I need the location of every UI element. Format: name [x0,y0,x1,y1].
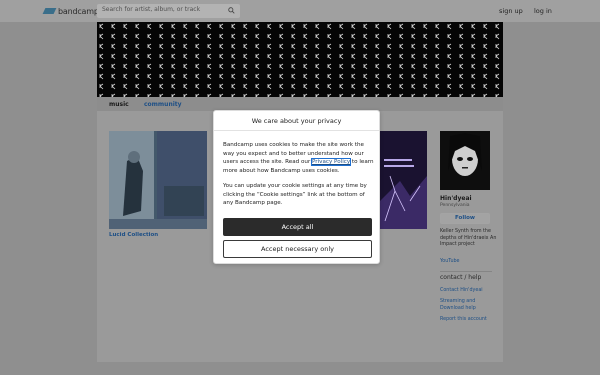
cookie-consent-dialog: We care about your privacy Bandcamp uses… [213,110,380,264]
album-artwork [380,131,427,229]
artist-bio: Keller Synth from the depths of Hin'drae… [440,229,497,247]
streaming-help-link[interactable]: Streaming and Download help [440,299,496,312]
follow-button[interactable]: Follow [440,213,490,224]
artist-photo-art [440,131,490,190]
cookie-explanation: Bandcamp uses cookies to make the site w… [223,141,374,176]
contact-heading: contact / help [440,274,482,281]
divider [440,271,492,272]
report-account-link[interactable]: Report this account [440,317,487,324]
album-cover[interactable] [380,131,427,229]
bandcamp-logo[interactable]: bandcamp [42,6,99,16]
artist-photo[interactable] [440,131,490,190]
signup-link[interactable]: sign up [499,7,523,15]
dialog-body: Bandcamp uses cookies to make the site w… [223,141,374,214]
artist-name: Hin'dyeai [440,195,472,202]
artist-banner [97,22,503,97]
album-artwork [109,131,207,229]
artist-nav: music community [97,97,503,111]
logo-text: bandcamp [58,6,99,16]
banner-pattern [97,22,503,97]
youtube-link[interactable]: YouTube [440,259,460,266]
tab-music[interactable]: music [109,101,129,108]
accept-necessary-button[interactable]: Accept necessary only [223,240,372,258]
search-icon[interactable] [228,7,235,14]
search-placeholder: Search for artist, album, or track [102,6,201,13]
tab-community[interactable]: community [144,101,182,108]
accept-all-button[interactable]: Accept all [223,218,372,236]
search-input[interactable]: Search for artist, album, or track [97,4,240,18]
logo-icon [42,8,57,14]
cookie-settings-text: You can update your cookie settings at a… [223,182,367,207]
album-title[interactable]: Lucid Collection [109,232,158,238]
artist-location: Pennsylvania [440,203,470,208]
dialog-title: We care about your privacy [214,111,379,131]
album-cover-lucid-collection[interactable] [109,131,207,229]
privacy-policy-link[interactable]: Privacy Policy [311,158,352,167]
contact-artist-link[interactable]: Contact Hin'dyeai [440,288,483,295]
login-link[interactable]: log in [534,7,552,15]
top-bar: bandcamp Search for artist, album, or tr… [0,0,600,22]
